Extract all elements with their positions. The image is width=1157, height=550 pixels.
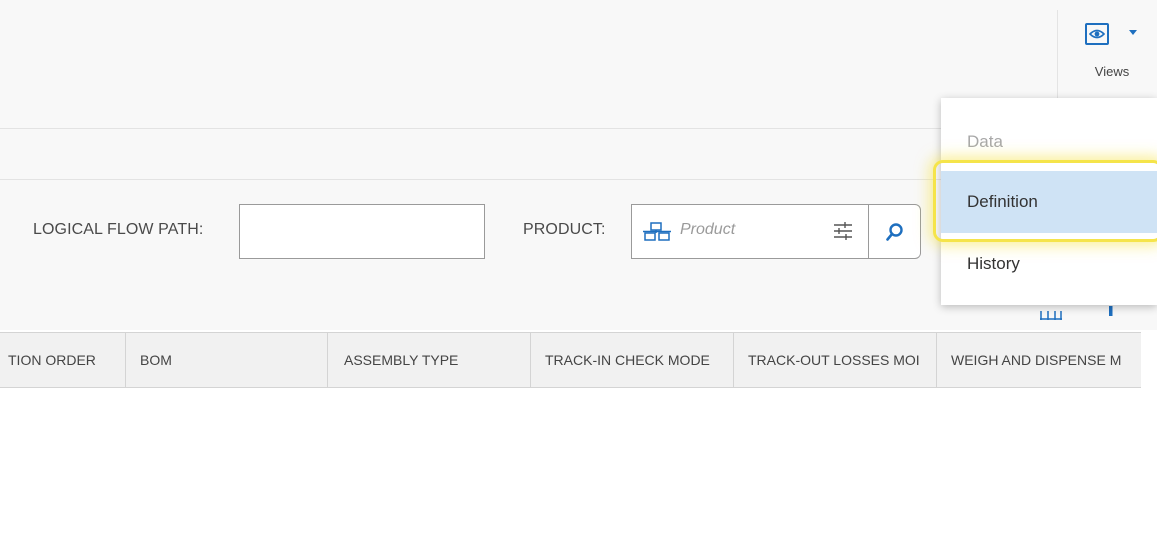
column-header[interactable]: BOM	[126, 333, 328, 387]
grid-header: TION ORDER BOM ASSEMBLY TYPE TRACK-IN CH…	[0, 332, 1141, 388]
search-icon	[885, 222, 903, 241]
column-header[interactable]: WEIGH AND DISPENSE M	[937, 333, 1141, 387]
column-header[interactable]: TRACK-OUT LOSSES MOI	[734, 333, 937, 387]
filter-settings-icon[interactable]	[833, 221, 853, 246]
menu-item-history[interactable]: History	[941, 233, 1157, 295]
focus-highlight	[933, 160, 1157, 242]
logical-flow-path-input[interactable]	[239, 204, 485, 259]
product-search-button[interactable]	[868, 204, 921, 259]
logical-flow-path-label: LOGICAL FLOW PATH:	[33, 221, 204, 238]
column-header[interactable]: TRACK-IN CHECK MODE	[531, 333, 734, 387]
chevron-down-icon	[1129, 30, 1137, 35]
column-chooser-icon[interactable]	[1040, 308, 1064, 326]
views-label: Views	[1094, 64, 1130, 79]
column-header[interactable]: TION ORDER	[0, 333, 126, 387]
product-label: PRODUCT:	[523, 221, 606, 238]
product-type-icon	[643, 222, 673, 247]
more-options-icon[interactable]	[1108, 305, 1114, 323]
views-button[interactable]: Views	[1062, 18, 1152, 88]
product-placeholder: Product	[680, 221, 736, 238]
eye-icon	[1085, 23, 1109, 45]
column-header[interactable]: ASSEMBLY TYPE	[328, 333, 531, 387]
